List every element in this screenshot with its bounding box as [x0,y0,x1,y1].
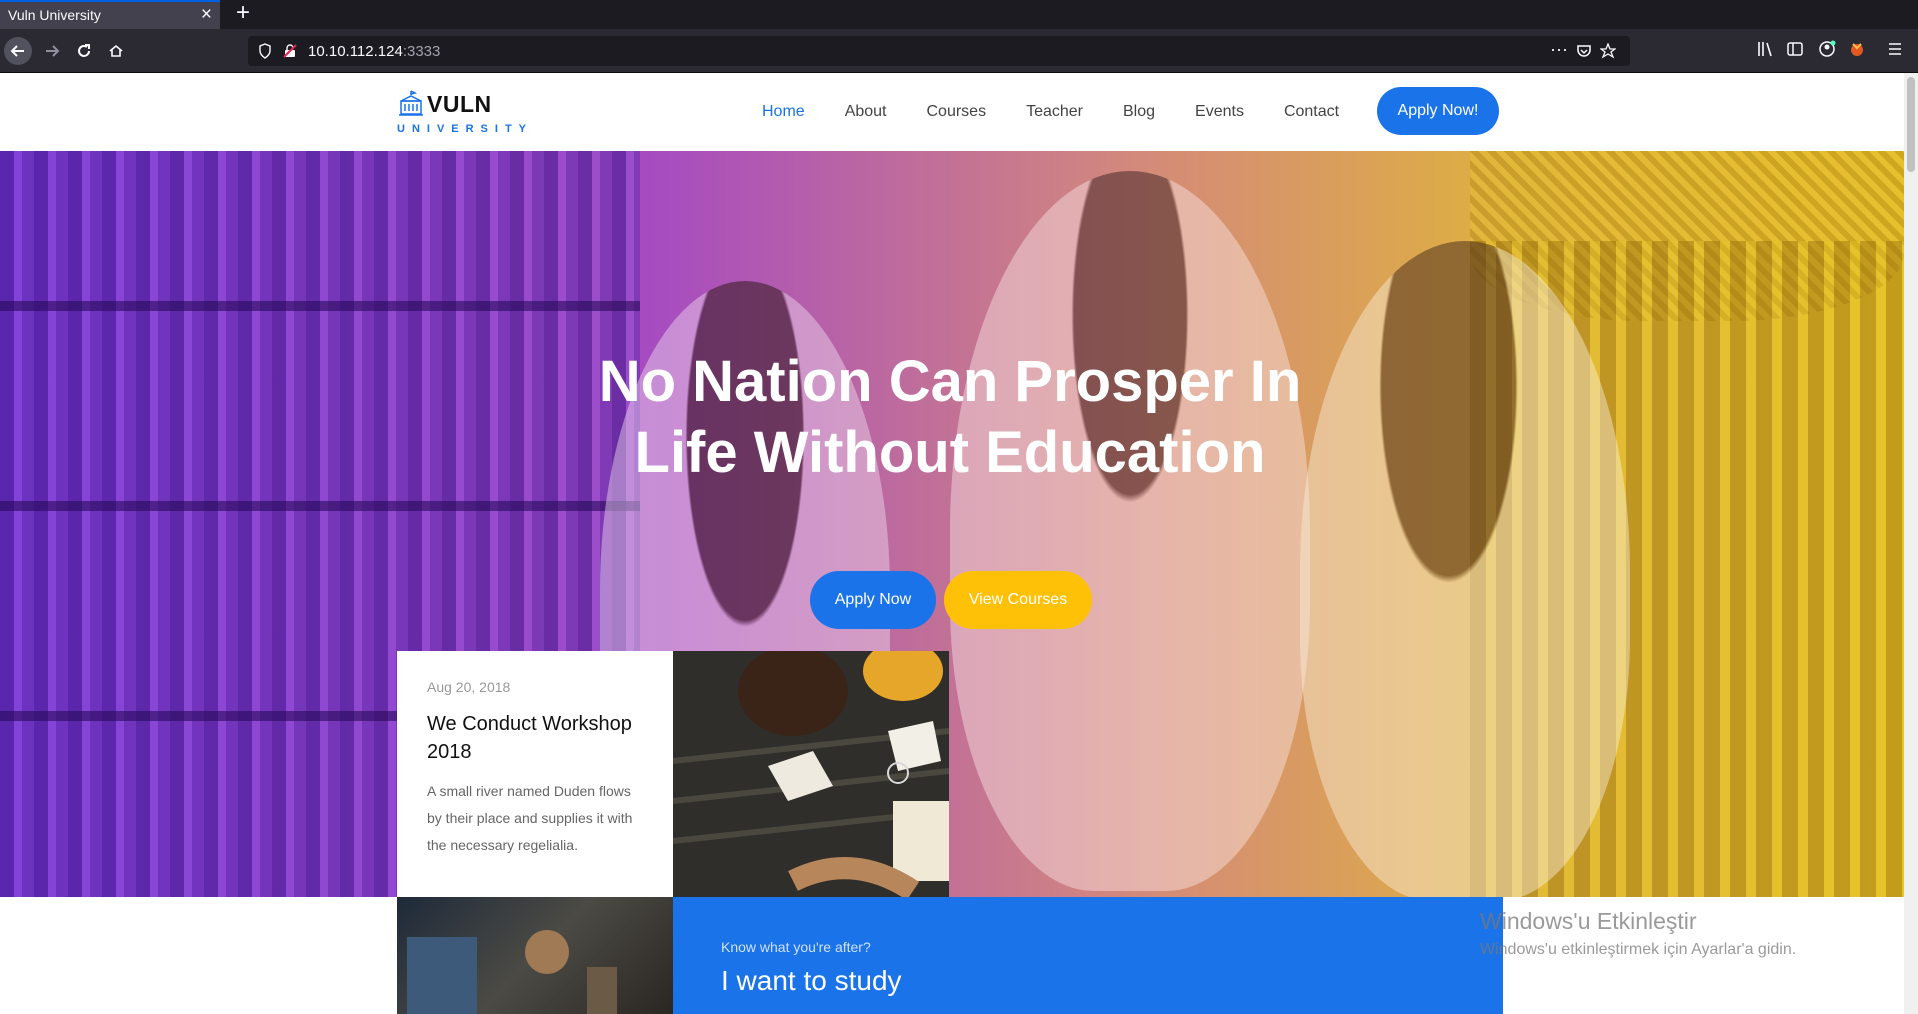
study-kicker: Know what you're after? [721,939,871,955]
bookmark-star-icon[interactable] [1600,43,1616,59]
extension-icon[interactable] [1848,40,1866,58]
insecure-lock-icon[interactable] [282,43,298,59]
event-description: A small river named Duden flows by their… [427,783,633,853]
nav-courses[interactable]: Courses [927,103,987,121]
bottom-photo [397,897,673,1014]
web-page: VULN UNIVERSITY Home About Courses Teach… [0,73,1904,1014]
view-courses-button[interactable]: View Courses [944,571,1092,629]
nav-teacher[interactable]: Teacher [1026,103,1083,121]
page-scrollbar[interactable] [1904,73,1918,1014]
new-tab-icon[interactable]: + [230,0,256,29]
hamburger-menu-icon[interactable] [1886,40,1904,58]
forward-icon[interactable] [38,37,66,65]
apply-now-nav-button[interactable]: Apply Now! [1377,87,1499,135]
account-icon[interactable] [1818,40,1836,58]
site-header: VULN UNIVERSITY Home About Courses Teach… [0,73,1904,151]
browser-toolbar: 10.10.112.124:3333 ··· [0,29,1918,73]
windows-activation-watermark: Windows'u Etkinleştir Windows'u etkinleş… [1480,908,1797,958]
site-logo[interactable]: VULN UNIVERSITY [397,87,527,139]
hero-student-center [950,171,1310,891]
nav-about[interactable]: About [845,103,887,121]
browser-tab[interactable]: Vuln University × [0,0,220,29]
hero-title: No Nation Can Prosper In Life Without Edu… [598,349,1302,485]
home-icon[interactable] [102,37,130,65]
library-icon[interactable] [1756,40,1774,58]
back-icon[interactable] [4,37,32,65]
main-nav: Home About Courses Teacher Blog Events C… [762,73,1379,151]
event-photo [673,651,949,897]
event-card[interactable]: Aug 20, 2018 We Conduct Workshop 2018 A … [397,651,673,897]
logo-name: VULN [427,91,492,117]
page-actions-icon[interactable]: ··· [1550,39,1568,60]
nav-events[interactable]: Events [1195,103,1244,121]
event-title[interactable]: We Conduct Workshop 2018 [427,710,643,766]
university-building-icon [399,90,423,116]
tab-close-icon[interactable]: × [201,4,212,26]
url-bar[interactable]: 10.10.112.124:3333 ··· [248,36,1630,66]
tab-bar: Vuln University × + [0,0,1918,29]
nav-contact[interactable]: Contact [1284,103,1339,121]
sidebar-icon[interactable] [1786,40,1804,58]
event-date: Aug 20, 2018 [427,679,511,695]
pocket-icon[interactable] [1576,43,1592,59]
logo-subtitle: UNIVERSITY [397,123,534,135]
hero-student-right [1300,241,1630,897]
study-finder: Know what you're after? I want to study [673,897,1503,1014]
tab-title: Vuln University [8,7,101,23]
hero-section: No Nation Can Prosper In Life Without Edu… [0,151,1904,897]
url-text[interactable]: 10.10.112.124:3333 [308,43,440,60]
reload-icon[interactable] [70,37,98,65]
apply-now-button[interactable]: Apply Now [810,571,936,629]
shield-icon[interactable] [258,43,272,59]
scrollbar-thumb[interactable] [1907,77,1915,172]
nav-blog[interactable]: Blog [1123,103,1155,121]
nav-home[interactable]: Home [762,103,805,121]
study-title: I want to study [721,965,902,996]
